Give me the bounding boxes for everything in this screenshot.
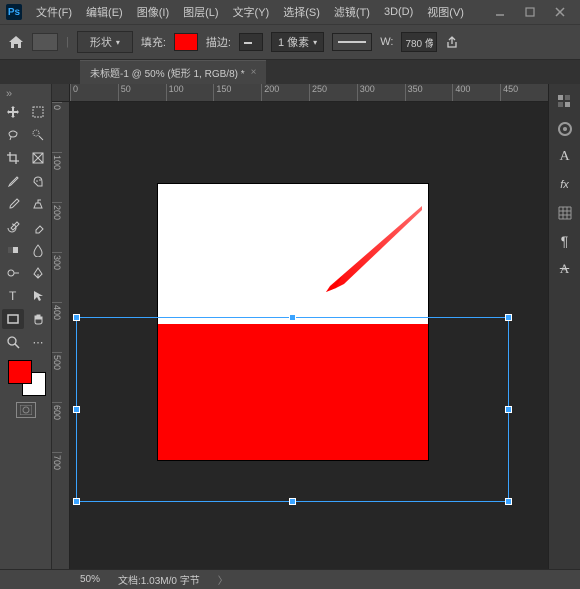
edit-toolbar[interactable]: ⋯ [27, 332, 49, 352]
character-icon[interactable]: A [556, 148, 574, 166]
home-icon[interactable] [8, 35, 24, 49]
close-button[interactable] [546, 2, 574, 22]
transform-handle[interactable] [73, 498, 80, 505]
transform-handle[interactable] [73, 314, 80, 321]
crop-tool[interactable] [2, 148, 24, 168]
doc-info[interactable]: 文档:1.03M/0 字节 [118, 572, 200, 587]
menu-3d[interactable]: 3D(D) [378, 3, 419, 21]
document-tab[interactable]: 未标题-1 @ 50% (矩形 1, RGB/8) * × [80, 60, 266, 84]
document-tab-strip: 未标题-1 @ 50% (矩形 1, RGB/8) * × [0, 60, 580, 84]
marquee-tool[interactable] [27, 102, 49, 122]
eraser-tool[interactable] [27, 217, 49, 237]
app-icon: Ps [6, 4, 22, 20]
transform-handle[interactable] [289, 314, 296, 321]
swatches-icon[interactable] [556, 92, 574, 110]
menu-type[interactable]: 文字(Y) [227, 1, 276, 23]
color-wheel-icon[interactable] [556, 120, 574, 138]
maximize-button[interactable] [516, 2, 544, 22]
pen-tool[interactable] [27, 263, 49, 283]
fill-swatch[interactable] [174, 33, 198, 51]
transform-bounding-box[interactable] [76, 317, 509, 502]
ruler-horizontal[interactable]: 050100150200250300350400450 [70, 84, 548, 102]
shape-mode-label: 形状 [90, 34, 112, 50]
type-tool[interactable]: T [2, 286, 24, 306]
status-chevron-icon[interactable]: 〉 [218, 572, 228, 587]
path-select-tool[interactable] [27, 286, 49, 306]
menu-bar: Ps 文件(F) 编辑(E) 图像(I) 图层(L) 文字(Y) 选择(S) 滤… [0, 0, 580, 24]
share-icon[interactable] [445, 35, 459, 49]
glyphs-icon[interactable]: A [556, 260, 574, 278]
options-bar: | 形状▾ 填充: 描边: 1 像素▾ W: [0, 24, 580, 60]
svg-text:T: T [9, 289, 17, 303]
ruler-origin[interactable] [52, 84, 70, 102]
frame-tool[interactable] [27, 148, 49, 168]
zoom-level[interactable]: 50% [80, 574, 100, 585]
transform-handle[interactable] [289, 498, 296, 505]
ruler-vertical[interactable]: 0100200300400500600700 [52, 102, 70, 569]
stroke-width-value: 1 像素 [278, 34, 309, 50]
toolbox: » T ⋯ [0, 84, 52, 569]
brush-tool[interactable] [2, 194, 24, 214]
status-bar: 50% 文档:1.03M/0 字节 〉 [0, 569, 580, 589]
stroke-width-dropdown[interactable]: 1 像素▾ [271, 32, 324, 52]
move-tool[interactable] [2, 102, 24, 122]
canvas-area[interactable]: 050100150200250300350400450 010020030040… [52, 84, 548, 569]
fx-icon[interactable]: fx [556, 176, 574, 194]
blur-tool[interactable] [27, 240, 49, 260]
foreground-color[interactable] [8, 360, 32, 384]
history-brush-tool[interactable] [2, 217, 24, 237]
transform-handle[interactable] [505, 314, 512, 321]
menu-view[interactable]: 视图(V) [421, 1, 470, 23]
color-swatches[interactable] [6, 358, 46, 396]
stroke-swatch[interactable] [239, 33, 263, 51]
menu-filter[interactable]: 滤镜(T) [328, 1, 376, 23]
right-panel-strip: A fx ¶ A [548, 84, 580, 569]
clone-stamp-tool[interactable] [27, 194, 49, 214]
dodge-tool[interactable] [2, 263, 24, 283]
rectangle-tool[interactable] [2, 309, 24, 329]
heal-tool[interactable] [27, 171, 49, 191]
lasso-tool[interactable] [2, 125, 24, 145]
close-tab-icon[interactable]: × [251, 67, 257, 78]
minimize-button[interactable] [486, 2, 514, 22]
gradient-tool[interactable] [2, 240, 24, 260]
menu-edit[interactable]: 编辑(E) [80, 1, 129, 23]
menu-layer[interactable]: 图层(L) [177, 1, 224, 23]
hand-tool[interactable] [27, 309, 49, 329]
document-tab-title: 未标题-1 @ 50% (矩形 1, RGB/8) * [90, 65, 245, 80]
eyedropper-tool[interactable] [2, 171, 24, 191]
tool-preset-swatch[interactable] [32, 33, 58, 51]
menu-image[interactable]: 图像(I) [131, 1, 175, 23]
shape-mode-dropdown[interactable]: 形状▾ [77, 31, 133, 53]
menu-select[interactable]: 选择(S) [277, 1, 326, 23]
transform-handle[interactable] [73, 406, 80, 413]
grid-icon[interactable] [556, 204, 574, 222]
zoom-tool[interactable] [2, 332, 24, 352]
stroke-label: 描边: [206, 34, 231, 50]
quick-mask-toggle[interactable] [16, 402, 36, 418]
pilcrow-icon[interactable]: ¶ [556, 232, 574, 250]
width-label: W: [380, 36, 393, 48]
width-field[interactable] [401, 32, 437, 52]
transform-handle[interactable] [505, 498, 512, 505]
stroke-style-dropdown[interactable] [332, 33, 372, 51]
transform-handle[interactable] [505, 406, 512, 413]
fill-label: 填充: [141, 34, 166, 50]
quick-select-tool[interactable] [27, 125, 49, 145]
menu-file[interactable]: 文件(F) [30, 1, 78, 23]
expand-toolbox-icon[interactable]: » [6, 88, 18, 100]
